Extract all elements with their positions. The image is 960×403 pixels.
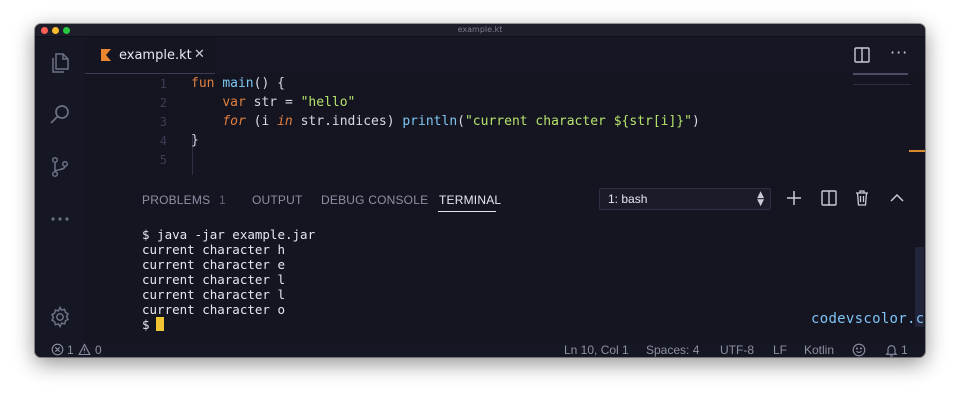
terminal-line: current character e (142, 257, 285, 272)
chevron-up-icon[interactable] (888, 189, 906, 207)
terminal-prompt: $ (142, 317, 150, 332)
window-title: example.kt (457, 25, 503, 34)
code-line: 2 var str = "hello" (85, 94, 845, 113)
feedback-smiley-icon[interactable] (852, 343, 866, 357)
code-text: var str = "hello" (222, 95, 356, 110)
watermark: codevscolor.com (811, 311, 925, 327)
bottom-panel: PROBLEMS 1 OUTPUT DEBUG CONSOLE TERMINAL… (85, 187, 925, 344)
bell-icon[interactable] (885, 343, 898, 357)
terminal-line: $ java -jar example.jar (142, 227, 316, 242)
code-text: for (i in str.indices) println("current … (222, 114, 700, 129)
end-of-line[interactable]: LF (773, 343, 787, 357)
terminal-line: current character l (142, 272, 285, 287)
code-text: fun main() { (191, 76, 285, 91)
code-line: 5 (85, 151, 845, 170)
line-number: 5 (159, 153, 167, 167)
select-arrows-icon: ▲ ▼ (757, 190, 764, 208)
editor-area: example.kt ✕ ··· 1 fun main() { 2 var st… (85, 37, 925, 187)
line-number: 2 (159, 96, 167, 110)
activity-bar (35, 37, 85, 344)
tab-debug-console[interactable]: DEBUG CONSOLE (321, 193, 428, 207)
error-icon (51, 343, 64, 357)
add-icon[interactable] (785, 189, 803, 207)
code-text: } (191, 133, 199, 148)
tab-example-kt[interactable]: example.kt ✕ (85, 37, 215, 74)
more-icon[interactable] (48, 207, 72, 231)
explorer-icon[interactable] (48, 51, 72, 75)
code-line: 4 } (85, 132, 845, 151)
warning-count[interactable]: 0 (95, 343, 102, 357)
settings-gear-icon[interactable] (48, 305, 72, 329)
active-tab-indicator (438, 211, 496, 212)
cursor-position[interactable]: Ln 10, Col 1 (564, 343, 629, 357)
terminal-cursor (155, 317, 164, 331)
terminal-prompt-line: $ (142, 317, 164, 332)
code-line: 1 fun main() { (85, 75, 845, 94)
line-number: 1 (159, 77, 167, 91)
language-mode[interactable]: Kotlin (804, 343, 834, 357)
terminal-select-value: 1: bash (608, 192, 648, 206)
tab-problems[interactable]: PROBLEMS (142, 193, 210, 207)
warning-icon (78, 343, 91, 357)
terminal-line: current character l (142, 287, 285, 302)
close-icon[interactable] (922, 189, 925, 207)
split-editor-icon[interactable] (853, 46, 871, 64)
more-actions-icon[interactable]: ··· (890, 43, 908, 62)
kotlin-icon (101, 49, 111, 61)
status-bar: 1 0 Ln 10, Col 1 Spaces: 4 UTF-8 LF Kotl… (35, 343, 925, 357)
notification-count[interactable]: 1 (901, 343, 908, 357)
error-count[interactable]: 1 (67, 343, 74, 357)
vscode-window: example.kt example.kt ✕ ··· 1 fun main()… (35, 24, 925, 357)
minimap-line (853, 73, 908, 75)
terminal-select[interactable]: 1: bash ▲ ▼ (599, 188, 771, 210)
overview-ruler-marker (909, 150, 925, 152)
terminal-line: current character h (142, 242, 285, 257)
code-line: 3 for (i in str.indices) println("curren… (85, 113, 845, 132)
line-number: 4 (159, 134, 167, 148)
minimap-slider[interactable] (853, 84, 911, 85)
indentation[interactable]: Spaces: 4 (646, 343, 699, 357)
title-bar: example.kt (35, 24, 925, 37)
tab-terminal[interactable]: TERMINAL (439, 193, 501, 207)
source-control-icon[interactable] (48, 155, 72, 179)
encoding[interactable]: UTF-8 (720, 343, 754, 357)
code-editor[interactable]: 1 fun main() { 2 var str = "hello" 3 for… (85, 75, 845, 185)
problems-count-badge: 1 (219, 193, 226, 207)
search-icon[interactable] (48, 103, 72, 127)
terminal-line: current character o (142, 302, 285, 317)
tab-label: example.kt (119, 48, 192, 63)
tab-output[interactable]: OUTPUT (252, 193, 303, 207)
tab-close-icon[interactable]: ✕ (194, 47, 205, 62)
editor-tab-bar: example.kt ✕ ··· (85, 37, 925, 74)
split-icon[interactable] (820, 189, 838, 207)
line-number: 3 (159, 115, 167, 129)
trash-icon[interactable] (853, 189, 871, 207)
